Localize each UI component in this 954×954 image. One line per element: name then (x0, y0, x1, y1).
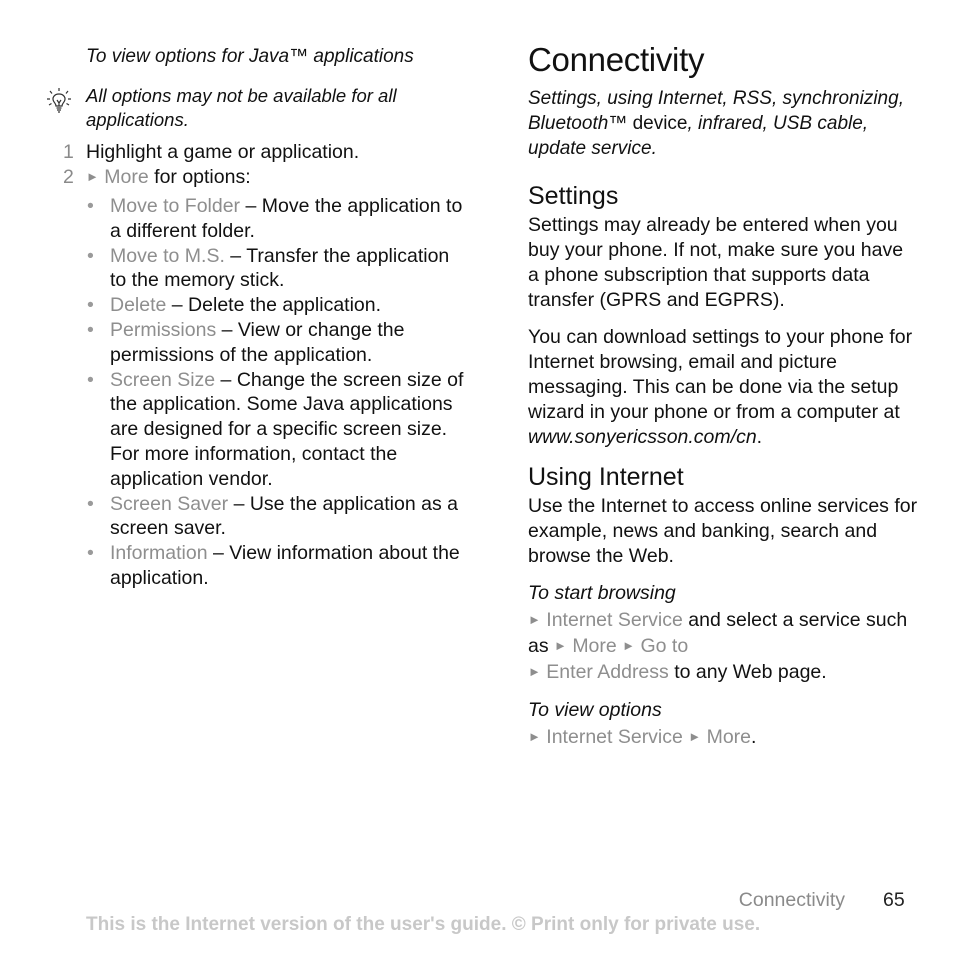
chapter-title: Connectivity (528, 41, 705, 78)
option-item: • Screen Size – Change the screen size of… (86, 368, 466, 492)
step-text: Highlight a game or application. (86, 141, 360, 163)
menu-enter-address: Enter Address (546, 661, 669, 683)
menu-more: More (104, 166, 149, 188)
bullet-icon: • (87, 244, 94, 267)
step-list: 1 Highlight a game or application. 2 ► M… (63, 140, 466, 191)
option-label: Delete (110, 294, 167, 317)
menu-arrow-icon: ► (86, 169, 99, 184)
settings-para-2: You can download settings to your phone … (528, 325, 918, 450)
option-item: • Move to M.S. – Transfer the application… (86, 244, 466, 294)
instruction-text: to any Web page. (668, 661, 827, 683)
footer-notice: This is the Internet version of the user… (86, 914, 761, 935)
bullet-icon: • (87, 294, 94, 317)
start-browsing-title: To start browsing (528, 582, 676, 604)
option-label: Screen Size (110, 368, 216, 391)
menu-go-to: Go to (640, 635, 689, 657)
option-item: • Permissions – View or change the permis… (86, 318, 466, 368)
menu-more: More (572, 635, 617, 657)
menu-arrow-icon: ► (528, 664, 541, 679)
start-browsing-instructions: ► Internet Service and select a service … (528, 608, 918, 686)
menu-more: More (706, 726, 752, 748)
bullet-icon: • (87, 542, 94, 565)
menu-arrow-icon: ► (554, 638, 567, 653)
step-number: 1 (63, 141, 74, 163)
using-internet-para: Use the Internet to access online servic… (528, 495, 918, 567)
menu-arrow-icon: ► (622, 638, 636, 653)
page-number: 65 (883, 889, 905, 911)
settings-para-2-text: You can download settings to your phone … (528, 326, 913, 423)
step-number: 2 (63, 166, 74, 188)
period: . (756, 426, 763, 448)
view-options-title: To view options (528, 699, 662, 721)
option-item: • Information – View information about th… (86, 541, 466, 591)
bullet-icon: • (87, 368, 94, 391)
option-label: Information (110, 542, 208, 565)
chapter-intro: Settings, using Internet, RSS, synchroni… (528, 86, 918, 161)
settings-para-1: Settings may already be entered when you… (528, 214, 904, 311)
option-item: • Screen Saver – Use the application as a… (86, 492, 466, 542)
right-column: Connectivity Settings, using Internet, R… (528, 40, 918, 763)
option-label: Permissions (110, 318, 217, 341)
left-column: To view options for Java™ applications A… (47, 46, 466, 591)
option-item: • Delete – Delete the application. (86, 293, 466, 318)
option-label: Move to Folder (110, 195, 241, 217)
tip-text: All options may not be available for all… (86, 85, 397, 130)
option-label: Move to M.S. (110, 244, 225, 267)
menu-arrow-icon: ► (688, 729, 702, 744)
lightbulb-tip-icon (47, 88, 71, 113)
step-2: 2 ► More for options: (63, 165, 466, 191)
step-1: 1 Highlight a game or application. (63, 140, 466, 165)
menu-internet-service: Internet Service (546, 609, 683, 631)
option-item: • Move to Folder – Move the application t… (86, 194, 466, 244)
footer-section-name: Connectivity (738, 889, 845, 911)
settings-heading: Settings (528, 182, 619, 210)
menu-arrow-icon: ► (528, 612, 541, 627)
menu-internet-service: Internet Service (546, 726, 683, 748)
bullet-icon: • (87, 195, 94, 217)
tip-note: All options may not be available for all… (47, 84, 466, 132)
option-label: Screen Saver (110, 492, 229, 515)
view-options-instructions: ► Internet Service ► More. (528, 725, 918, 751)
settings-url: www.sonyericsson.com/cn (528, 426, 757, 448)
using-internet-heading: Using Internet (528, 463, 684, 491)
menu-arrow-icon: ► (528, 729, 541, 744)
procedure-title: To view options for Java™ applications (86, 46, 414, 67)
bullet-icon: • (87, 492, 94, 515)
options-list: • Move to Folder – Move the application t… (86, 194, 466, 591)
intro-text-upright: device (627, 113, 688, 134)
option-desc: – Delete the application. (166, 294, 382, 317)
step-text: for options: (148, 166, 251, 188)
bullet-icon: • (87, 318, 94, 341)
period: . (751, 726, 757, 748)
